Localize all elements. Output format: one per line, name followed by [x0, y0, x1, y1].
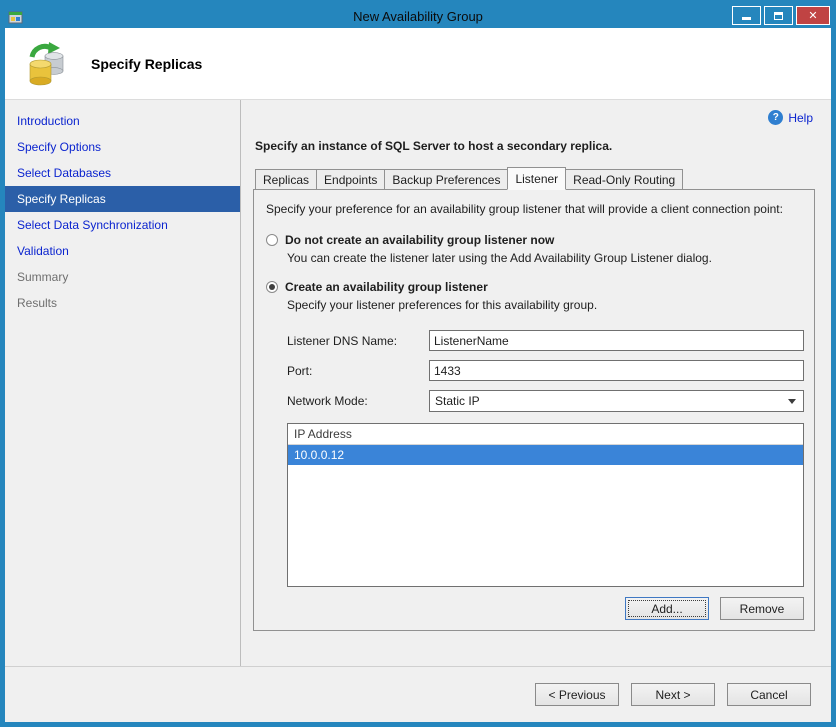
- dns-name-input[interactable]: [429, 330, 804, 351]
- next-button[interactable]: Next >: [631, 683, 715, 706]
- radio-create-listener-label: Create an availability group listener: [285, 280, 488, 294]
- tab-listener[interactable]: Listener: [507, 167, 567, 190]
- tab-endpoints[interactable]: Endpoints: [316, 169, 386, 190]
- wizard-footer: < Previous Next > Cancel: [5, 666, 831, 722]
- listener-fields: Listener DNS Name: Port: Network Mode: S…: [287, 330, 804, 421]
- minimize-button[interactable]: [732, 6, 761, 25]
- main-content: ? Help Specify an instance of SQL Server…: [241, 100, 831, 666]
- ip-list-buttons: Add... Remove: [264, 597, 804, 620]
- wizard-body: Introduction Specify Options Select Data…: [5, 100, 831, 666]
- maximize-button[interactable]: [764, 6, 793, 25]
- close-icon: ✕: [808, 10, 818, 22]
- port-input[interactable]: [429, 360, 804, 381]
- radio-no-listener-label: Do not create an availability group list…: [285, 233, 555, 247]
- wizard-header: Specify Replicas: [5, 28, 831, 100]
- tab-backup-preferences[interactable]: Backup Preferences: [384, 169, 509, 190]
- window-controls: ✕: [732, 6, 830, 25]
- previous-button[interactable]: < Previous: [535, 683, 619, 706]
- radio-create-listener[interactable]: Create an availability group listener: [266, 280, 804, 294]
- network-mode-value: Static IP: [435, 394, 480, 408]
- sidebar-item-specify-options[interactable]: Specify Options: [5, 134, 240, 160]
- dns-name-row: Listener DNS Name:: [287, 330, 804, 351]
- dns-name-label: Listener DNS Name:: [287, 333, 398, 348]
- availability-group-icon: [29, 41, 64, 85]
- help-icon: ?: [768, 110, 784, 125]
- network-mode-row: Network Mode: Static IP: [287, 390, 804, 412]
- sidebar-item-specify-replicas[interactable]: Specify Replicas: [5, 186, 240, 212]
- radio-create-listener-description: Specify your listener preferences for th…: [287, 298, 598, 312]
- sidebar-item-select-databases[interactable]: Select Databases: [5, 160, 240, 186]
- port-label: Port:: [287, 363, 313, 378]
- ip-address-row[interactable]: 10.0.0.12: [288, 445, 803, 465]
- radio-create-listener-circle[interactable]: [266, 281, 278, 293]
- radio-no-listener-description: You can create the listener later using …: [287, 251, 712, 265]
- wizard-steps-sidebar: Introduction Specify Options Select Data…: [5, 100, 241, 666]
- sidebar-item-summary: Summary: [17, 270, 69, 284]
- listener-intro-text: Specify your preference for an availabil…: [266, 202, 783, 216]
- replica-tabs: Replicas Endpoints Backup Preferences Li…: [255, 167, 815, 190]
- instruction-text: Specify an instance of SQL Server to hos…: [255, 139, 613, 153]
- cancel-button[interactable]: Cancel: [727, 683, 811, 706]
- maximize-icon: [774, 11, 783, 20]
- close-button[interactable]: ✕: [796, 6, 830, 25]
- ip-address-list[interactable]: IP Address 10.0.0.12: [287, 423, 804, 587]
- help-label: Help: [788, 110, 813, 125]
- new-availability-group-window: New Availability Group ✕ Specify Replica…: [0, 0, 836, 727]
- sidebar-item-results: Results: [17, 296, 58, 310]
- ip-address-column-header: IP Address: [288, 424, 803, 445]
- tab-read-only-routing[interactable]: Read-Only Routing: [565, 169, 684, 190]
- chevron-down-icon: [788, 398, 796, 404]
- sidebar-item-validation[interactable]: Validation: [5, 238, 240, 264]
- titlebar: New Availability Group ✕: [5, 5, 831, 28]
- listener-tab-panel: Specify your preference for an availabil…: [253, 189, 815, 631]
- tab-replicas[interactable]: Replicas: [255, 169, 318, 190]
- network-mode-label: Network Mode:: [287, 394, 368, 408]
- radio-no-listener[interactable]: Do not create an availability group list…: [266, 233, 804, 247]
- sidebar-item-introduction[interactable]: Introduction: [5, 108, 240, 134]
- remove-button[interactable]: Remove: [720, 597, 804, 620]
- page-title: Specify Replicas: [91, 55, 203, 72]
- add-button[interactable]: Add...: [625, 597, 709, 620]
- network-mode-select[interactable]: Static IP: [429, 390, 804, 412]
- port-row: Port:: [287, 360, 804, 381]
- minimize-icon: [742, 17, 751, 20]
- sidebar-item-select-data-synchronization[interactable]: Select Data Synchronization: [5, 212, 240, 238]
- window-title: New Availability Group: [353, 9, 483, 24]
- help-link[interactable]: ? Help: [768, 110, 813, 125]
- radio-no-listener-circle[interactable]: [266, 234, 278, 246]
